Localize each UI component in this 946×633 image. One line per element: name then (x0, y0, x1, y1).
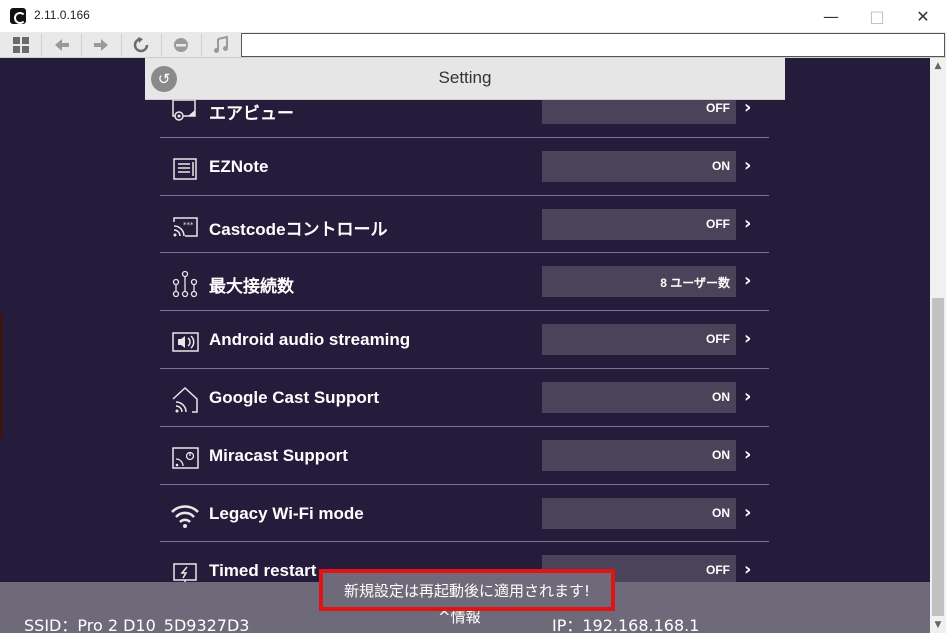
back-arrow-icon[interactable] (43, 33, 81, 57)
setting-label: Android audio streaming (209, 330, 411, 350)
page-title: Setting (438, 68, 492, 87)
music-note-icon[interactable] (202, 33, 240, 57)
setting-label: Google Cast Support (209, 387, 379, 407)
setting-value[interactable]: OFF (542, 324, 736, 356)
scroll-down-icon[interactable]: ▼ (930, 617, 946, 633)
chevron-right-icon[interactable]: › (744, 502, 751, 523)
app-icon (10, 8, 26, 24)
setting-label: Legacy Wi-Fi mode (209, 503, 364, 523)
setting-value[interactable]: ON (542, 497, 736, 529)
chevron-right-icon[interactable]: › (744, 155, 751, 176)
restart-notice: 新規設定は再起動後に適用されます! (319, 569, 615, 611)
forward-arrow-icon[interactable] (82, 33, 120, 57)
settings-list: エアビュー OFF › EZNote ON › *** Castcodeコントロ… (160, 80, 769, 600)
setting-row-eznote[interactable]: EZNote ON › (160, 138, 769, 196)
setting-row-legacy-wifi[interactable]: Legacy Wi-Fi mode ON › (160, 485, 769, 543)
setting-label: Miracast Support (209, 445, 348, 465)
minimize-button[interactable]: — (808, 0, 854, 32)
scroll-thumb[interactable] (932, 298, 944, 616)
main-content: ↺ Setting エアビュー OFF › EZNote ON › *** Ca… (0, 58, 930, 633)
network-icon (170, 269, 200, 299)
address-input[interactable] (241, 33, 945, 57)
setting-value[interactable]: OFF (542, 208, 736, 240)
stop-icon[interactable] (162, 33, 200, 57)
home-cast-icon (170, 385, 200, 415)
setting-row-castcode[interactable]: *** Castcodeコントロール OFF › (160, 196, 769, 254)
setting-label: Timed restart (209, 561, 317, 581)
note-icon (170, 154, 200, 184)
airview-icon (170, 96, 200, 126)
chevron-right-icon[interactable]: › (744, 270, 751, 291)
wifi-icon (170, 501, 200, 531)
toolbar (0, 32, 946, 58)
svg-text:***: *** (183, 221, 194, 229)
setting-label: 最大接続数 (209, 277, 294, 297)
grid-icon[interactable] (2, 33, 40, 57)
chevron-right-icon[interactable]: › (744, 386, 751, 407)
castcode-icon: *** (170, 212, 200, 242)
close-button[interactable]: ✕ (900, 0, 946, 32)
setting-header: ↺ Setting (145, 58, 785, 100)
chevron-right-icon[interactable]: › (744, 444, 751, 465)
setting-value[interactable]: 8 ユーザー数 (542, 266, 736, 298)
scroll-up-icon[interactable]: ▲ (930, 58, 946, 74)
chevron-right-icon[interactable]: › (744, 97, 751, 118)
chevron-right-icon[interactable]: › (744, 559, 751, 580)
setting-value[interactable]: ON (542, 381, 736, 413)
setting-row-google-cast[interactable]: Google Cast Support ON › (160, 369, 769, 427)
setting-label: エアビュー (209, 104, 294, 123)
setting-label: Castcodeコントロール (209, 219, 388, 239)
ip-text: IP：192.168.168.1 (552, 616, 700, 633)
refresh-icon[interactable] (122, 33, 160, 57)
speaker-icon (170, 327, 200, 357)
chevron-right-icon[interactable]: › (744, 328, 751, 349)
setting-row-android-audio[interactable]: Android audio streaming OFF › (160, 311, 769, 369)
setting-label: EZNote (209, 156, 269, 176)
setting-row-miracast[interactable]: Miracast Support ON › (160, 427, 769, 485)
setting-row-max-connections[interactable]: 最大接続数 8 ユーザー数 › (160, 253, 769, 312)
maximize-button[interactable]: □ (854, 0, 900, 32)
window-titlebar: 2.11.0.166 — □ ✕ (0, 0, 946, 32)
setting-value[interactable]: ON (542, 150, 736, 182)
side-accent (0, 313, 3, 438)
ssid-text: SSID：Pro 2 D10_5D9327D3 (24, 616, 250, 633)
vertical-scrollbar[interactable]: ▲ ▼ (930, 58, 946, 633)
chevron-right-icon[interactable]: › (744, 213, 751, 234)
miracast-icon (170, 443, 200, 473)
setting-value[interactable]: ON (542, 439, 736, 471)
window-title: 2.11.0.166 (34, 8, 90, 22)
